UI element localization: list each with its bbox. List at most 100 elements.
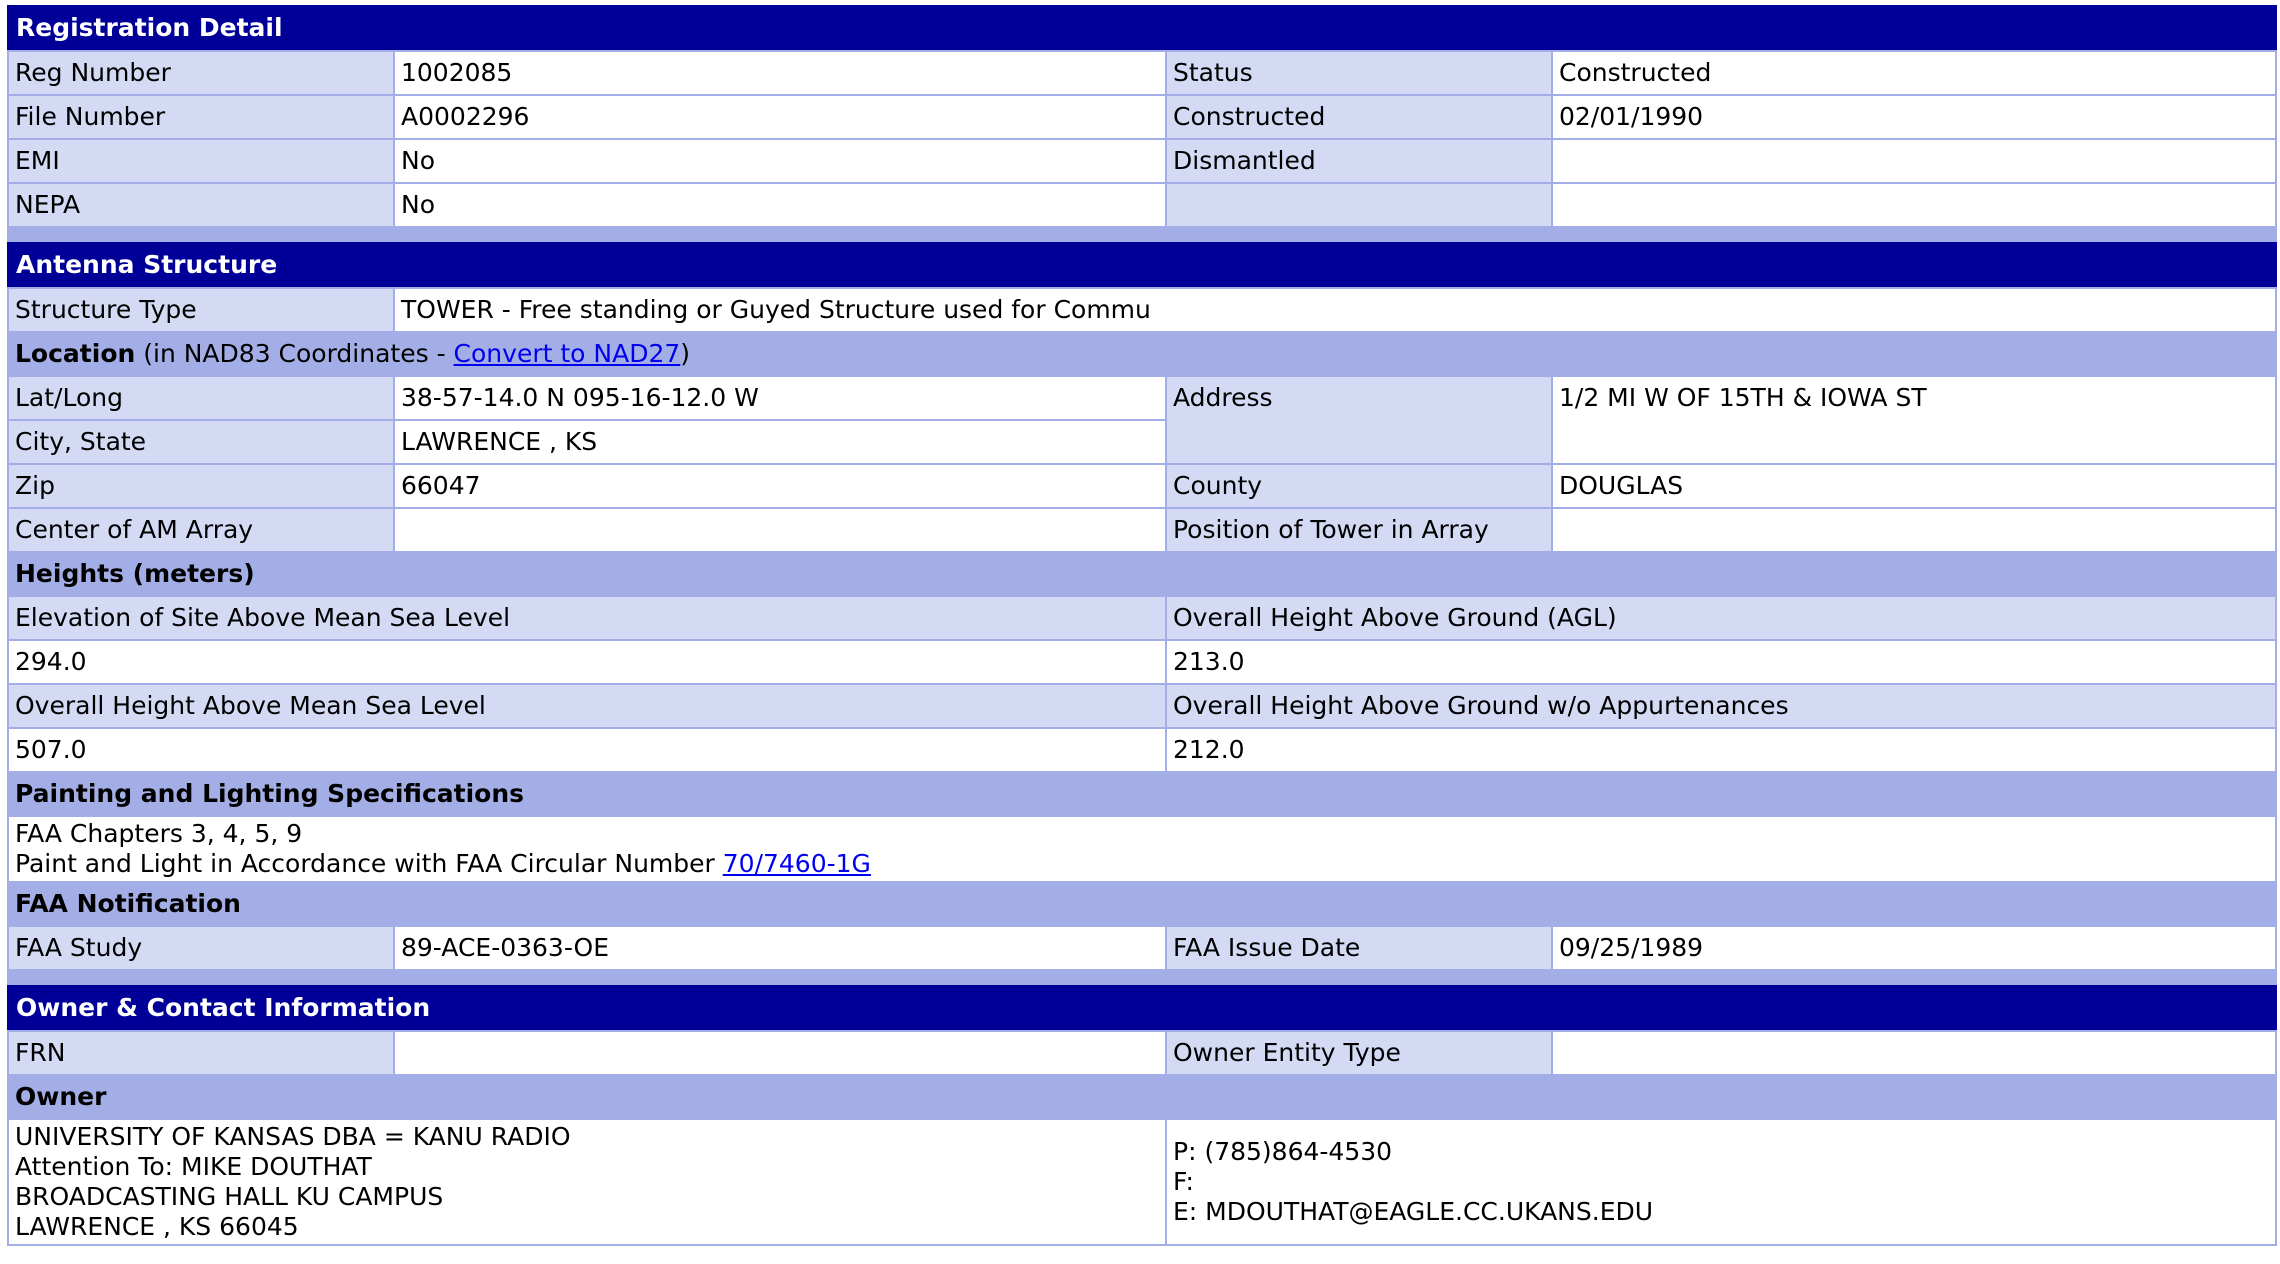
latlong-value: 38-57-14.0 N 095-16-12.0 W bbox=[395, 377, 1165, 419]
reg-number-label: Reg Number bbox=[9, 52, 393, 94]
owner-table: FRN Owner Entity Type Owner UNIVERSITY O… bbox=[7, 1030, 2277, 1246]
frn-value bbox=[395, 1032, 1165, 1074]
nepa-value: No bbox=[395, 184, 1165, 226]
zip-value: 66047 bbox=[395, 465, 1165, 507]
location-note-end: ) bbox=[680, 339, 691, 368]
county-label: County bbox=[1167, 465, 1551, 507]
registration-table: Reg Number 1002085 Status Constructed Fi… bbox=[7, 50, 2277, 228]
nepa-label: NEPA bbox=[9, 184, 393, 226]
tower-position-value bbox=[1553, 509, 2276, 551]
elevation-value: 294.0 bbox=[9, 641, 1165, 683]
latlong-label: Lat/Long bbox=[9, 377, 393, 419]
owner-contact-details: P: (785)864-4530 F: E: MDOUTHAT@EAGLE.CC… bbox=[1167, 1120, 2275, 1244]
contact-fax: F: bbox=[1173, 1167, 1194, 1196]
owner-entity-type-label: Owner Entity Type bbox=[1167, 1032, 1551, 1074]
section-divider bbox=[7, 228, 2277, 242]
amsl-label: Overall Height Above Mean Sea Level bbox=[9, 685, 1165, 727]
constructed-label: Constructed bbox=[1167, 96, 1551, 138]
faa-study-value: 89-ACE-0363-OE bbox=[395, 927, 1165, 969]
owner-subheader: Owner bbox=[9, 1076, 2275, 1118]
contact-email: E: MDOUTHAT@EAGLE.CC.UKANS.EDU bbox=[1173, 1197, 1654, 1226]
agl-wo-value: 212.0 bbox=[1167, 729, 2276, 771]
painting-specs: FAA Chapters 3, 4, 5, 9 Paint and Light … bbox=[9, 817, 2276, 881]
amsl-value: 507.0 bbox=[9, 729, 1165, 771]
paint-light-text: Paint and Light in Accordance with FAA C… bbox=[15, 849, 723, 878]
registration-sheet: Registration Detail Reg Number 1002085 S… bbox=[7, 5, 2278, 1246]
emi-value: No bbox=[395, 140, 1165, 182]
file-number-value: A0002296 bbox=[395, 96, 1165, 138]
constructed-value: 02/01/1990 bbox=[1553, 96, 2275, 138]
address-value: 1/2 MI W OF 15TH & IOWA ST bbox=[1553, 377, 2276, 463]
owner-line: LAWRENCE , KS 66045 bbox=[15, 1212, 299, 1241]
owner-line: BROADCASTING HALL KU CAMPUS bbox=[15, 1182, 444, 1211]
table-row: Zip 66047 County DOUGLAS bbox=[9, 465, 2276, 507]
status-label: Status bbox=[1167, 52, 1551, 94]
table-row: Location (in NAD83 Coordinates - Convert… bbox=[9, 333, 2276, 375]
antenna-table: Structure Type TOWER - Free standing or … bbox=[7, 287, 2278, 971]
agl-wo-label: Overall Height Above Ground w/o Appurten… bbox=[1167, 685, 2276, 727]
table-row: EMI No Dismantled bbox=[9, 140, 2275, 182]
table-row: FAA Notification bbox=[9, 883, 2276, 925]
faa-notification-subheader: FAA Notification bbox=[9, 883, 2276, 925]
table-row: Painting and Lighting Specifications bbox=[9, 773, 2276, 815]
am-array-value bbox=[395, 509, 1165, 551]
owner-contact-header: Owner & Contact Information bbox=[7, 985, 2277, 1030]
dismantled-value bbox=[1553, 140, 2275, 182]
zip-label: Zip bbox=[9, 465, 393, 507]
agl-value: 213.0 bbox=[1167, 641, 2276, 683]
faa-study-label: FAA Study bbox=[9, 927, 393, 969]
table-row: Owner bbox=[9, 1076, 2275, 1118]
county-value: DOUGLAS bbox=[1553, 465, 2276, 507]
table-row: UNIVERSITY OF KANSAS DBA = KANU RADIO At… bbox=[9, 1120, 2275, 1244]
owner-entity-type-value bbox=[1553, 1032, 2275, 1074]
location-subheader: Location (in NAD83 Coordinates - Convert… bbox=[9, 333, 2276, 375]
city-state-value: LAWRENCE , KS bbox=[395, 421, 1165, 463]
convert-nad27-link[interactable]: Convert to NAD27 bbox=[454, 339, 681, 368]
elevation-label: Elevation of Site Above Mean Sea Level bbox=[9, 597, 1165, 639]
table-row: 507.0 212.0 bbox=[9, 729, 2276, 771]
table-row: Elevation of Site Above Mean Sea Level O… bbox=[9, 597, 2276, 639]
empty-label-cell bbox=[1167, 184, 1551, 226]
structure-type-value: TOWER - Free standing or Guyed Structure… bbox=[395, 289, 2276, 331]
table-row: Reg Number 1002085 Status Constructed bbox=[9, 52, 2275, 94]
tower-position-label: Position of Tower in Array bbox=[1167, 509, 1551, 551]
table-row: FAA Chapters 3, 4, 5, 9 Paint and Light … bbox=[9, 817, 2276, 881]
address-label: Address bbox=[1167, 377, 1551, 463]
paint-light-line: Paint and Light in Accordance with FAA C… bbox=[15, 849, 2275, 879]
table-row: Heights (meters) bbox=[9, 553, 2276, 595]
table-row: Center of AM Array Position of Tower in … bbox=[9, 509, 2276, 551]
frn-label: FRN bbox=[9, 1032, 393, 1074]
dismantled-label: Dismantled bbox=[1167, 140, 1551, 182]
section-divider bbox=[7, 971, 2277, 985]
table-row: Lat/Long 38-57-14.0 N 095-16-12.0 W Addr… bbox=[9, 377, 2276, 463]
table-row: File Number A0002296 Constructed 02/01/1… bbox=[9, 96, 2275, 138]
faa-circular-link[interactable]: 70/7460-1G bbox=[723, 849, 871, 878]
structure-type-label: Structure Type bbox=[9, 289, 393, 331]
file-number-label: File Number bbox=[9, 96, 393, 138]
emi-label: EMI bbox=[9, 140, 393, 182]
table-row: Overall Height Above Mean Sea Level Over… bbox=[9, 685, 2276, 727]
empty-value-cell bbox=[1553, 184, 2275, 226]
antenna-structure-header: Antenna Structure bbox=[7, 242, 2277, 287]
table-row: 294.0 213.0 bbox=[9, 641, 2276, 683]
table-row: NEPA No bbox=[9, 184, 2275, 226]
agl-label: Overall Height Above Ground (AGL) bbox=[1167, 597, 2276, 639]
faa-issue-date-value: 09/25/1989 bbox=[1553, 927, 2276, 969]
table-row: FRN Owner Entity Type bbox=[9, 1032, 2275, 1074]
am-array-label: Center of AM Array bbox=[9, 509, 393, 551]
owner-address: UNIVERSITY OF KANSAS DBA = KANU RADIO At… bbox=[9, 1120, 1165, 1244]
location-note: (in NAD83 Coordinates - bbox=[135, 339, 454, 368]
city-state-label: City, State bbox=[9, 421, 393, 463]
faa-chapters-text: FAA Chapters 3, 4, 5, 9 bbox=[15, 819, 303, 848]
heights-subheader: Heights (meters) bbox=[9, 553, 2276, 595]
owner-line: UNIVERSITY OF KANSAS DBA = KANU RADIO bbox=[15, 1122, 571, 1151]
table-row: FAA Study 89-ACE-0363-OE FAA Issue Date … bbox=[9, 927, 2276, 969]
status-value: Constructed bbox=[1553, 52, 2275, 94]
faa-issue-date-label: FAA Issue Date bbox=[1167, 927, 1551, 969]
painting-subheader: Painting and Lighting Specifications bbox=[9, 773, 2276, 815]
location-title: Location bbox=[15, 339, 136, 368]
table-row: Structure Type TOWER - Free standing or … bbox=[9, 289, 2276, 331]
registration-detail-header: Registration Detail bbox=[7, 5, 2277, 50]
contact-phone: P: (785)864-4530 bbox=[1173, 1137, 1393, 1166]
reg-number-value: 1002085 bbox=[395, 52, 1165, 94]
